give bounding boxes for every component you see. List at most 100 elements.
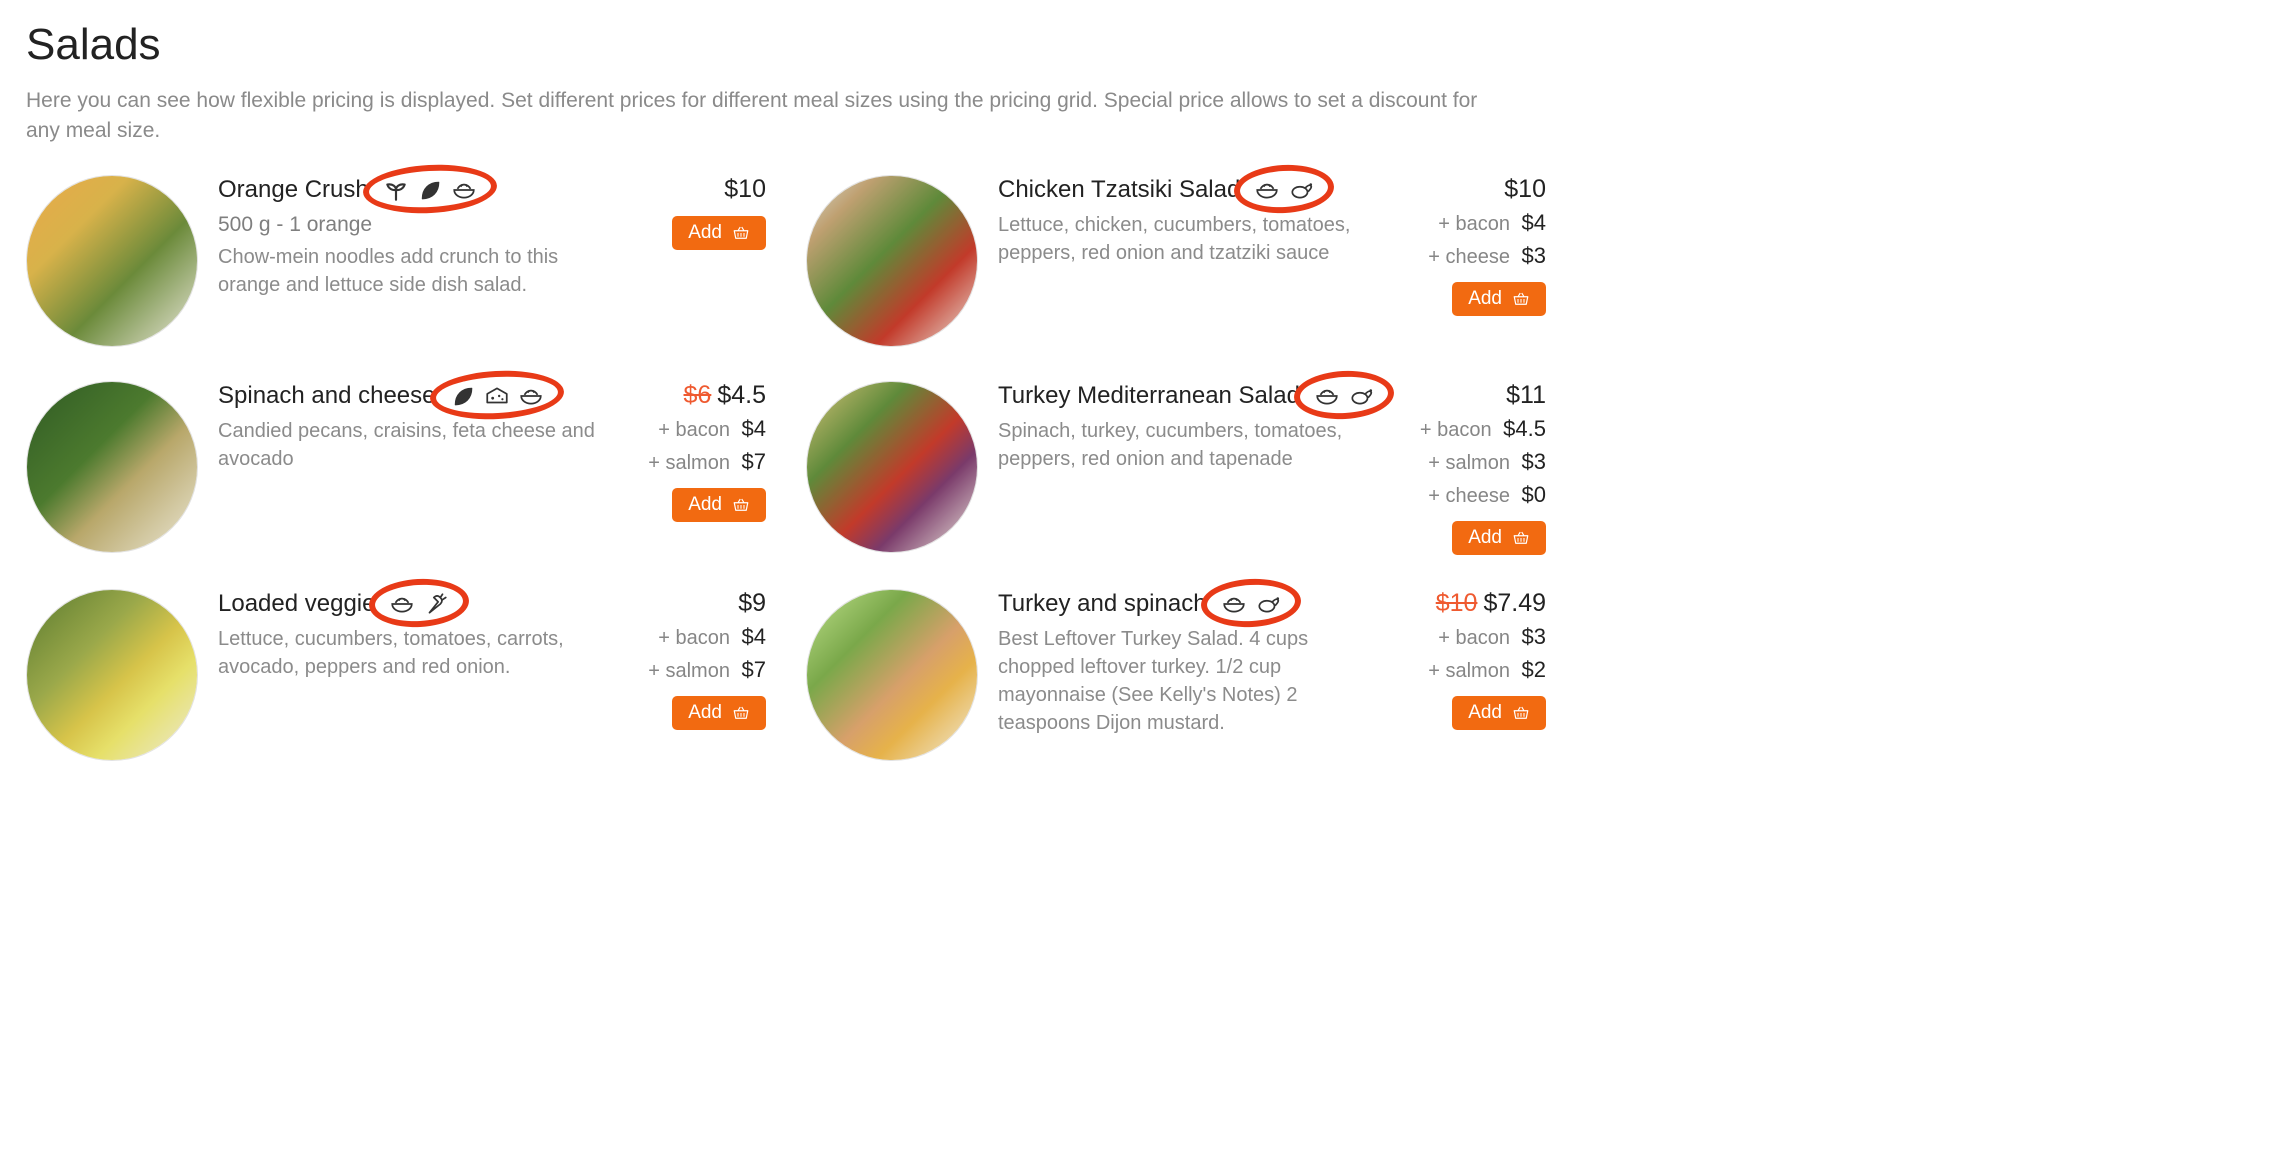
diet-tags [1308,381,1380,411]
add-button[interactable]: Add [1452,282,1546,316]
addon-label: + bacon [1438,213,1510,235]
addon-label: + bacon [1438,627,1510,649]
poultry-icon [1255,591,1281,617]
highlight-ring [1233,162,1335,215]
addon-row: + salmon $2 [1406,653,1546,686]
bowl-icon [518,383,544,409]
addon-price: $7 [742,449,766,474]
addon-price: $3 [1522,449,1546,474]
price-value: $7.49 [1483,589,1546,617]
addon-row: + cheese $0 [1406,478,1546,511]
item-title[interactable]: Orange Crush [218,176,369,204]
price-value: $10 [724,175,766,203]
add-button[interactable]: Add [672,216,766,250]
addon-row: + bacon $4 [626,620,766,653]
price-main: $10$7.49 [1406,589,1546,618]
price-column: $10$7.49 + bacon $3 + salmon $2 Add [1406,589,1546,730]
basket-icon [730,704,752,722]
diet-tags [1248,175,1320,205]
add-button[interactable]: Add [1452,521,1546,555]
cheese-icon [484,383,510,409]
menu-item-orange-crush: Orange Crush 500 g - 1 orange Chow-mein … [26,175,766,347]
basket-icon [730,496,752,514]
addon-row: + cheese $3 [1406,239,1546,272]
addon-price: $4 [742,624,766,649]
item-description: Lettuce, chicken, cucumbers, tomatoes, p… [998,211,1386,267]
price-column: $6$4.5 + bacon $4 + salmon $7 Add [626,381,766,522]
item-title[interactable]: Spinach and cheese [218,382,436,410]
item-title[interactable]: Turkey Mediterranean Salad [998,382,1300,410]
price-value: $11 [1506,381,1546,409]
add-button-label: Add [1468,702,1502,724]
item-photo[interactable] [26,175,198,347]
addon-label: + salmon [648,660,730,682]
addon-label: + salmon [648,452,730,474]
addon-row: + bacon $4 [1406,206,1546,239]
menu-item-loaded-veggie: Loaded veggie Lettuce, cucumbers, tomato… [26,589,766,761]
item-photo-swatch [807,176,977,346]
addon-price: $3 [1522,624,1546,649]
price-column: $10 + bacon $4 + cheese $3 Add [1406,175,1546,316]
price-column: $9 + bacon $4 + salmon $7 Add [626,589,766,730]
carrot-icon [423,591,449,617]
price-main: $6$4.5 [626,381,766,410]
addon-price: $4 [742,416,766,441]
bowl-icon [1314,383,1340,409]
item-title[interactable]: Loaded veggie [218,590,375,618]
poultry-icon [1288,177,1314,203]
menu-item-turkey-spinach: Turkey and spinach Best Leftover Turkey … [806,589,1546,761]
item-photo-swatch [807,382,977,552]
highlight-ring [1199,576,1301,629]
basket-icon [1510,704,1532,722]
section-description: Here you can see how flexible pricing is… [26,86,1506,147]
diet-tags [383,589,455,619]
basket-icon [730,224,752,242]
price-value: $10 [1504,175,1546,203]
item-description: Chow-mein noodles add crunch to this ora… [218,243,606,299]
add-button[interactable]: Add [672,696,766,730]
add-button-label: Add [688,222,722,244]
addon-row: + bacon $4.5 [1406,412,1546,445]
price-column: $11 + bacon $4.5 + salmon $3 + cheese $0… [1406,381,1546,555]
addon-label: + cheese [1428,246,1510,268]
addon-label: + bacon [658,419,730,441]
item-photo-swatch [27,176,197,346]
old-price: $6 [684,381,712,409]
item-photo[interactable] [806,589,978,761]
item-photo-swatch [27,382,197,552]
item-title[interactable]: Chicken Tzatsiki Salad [998,176,1240,204]
item-description: Spinach, turkey, cucumbers, tomatoes, pe… [998,417,1386,473]
basket-icon [1510,529,1532,547]
item-photo-swatch [807,590,977,760]
addon-row: + salmon $7 [626,445,766,478]
add-button-label: Add [688,494,722,516]
item-photo[interactable] [26,589,198,761]
item-photo[interactable] [26,381,198,553]
sprout-icon [383,177,409,203]
add-button-label: Add [688,702,722,724]
addon-price: $7 [742,657,766,682]
addon-label: + bacon [1420,419,1492,441]
addon-label: + cheese [1428,485,1510,507]
addon-row: + salmon $7 [626,653,766,686]
diet-tags [377,175,483,205]
item-note: 500 g - 1 orange [218,213,372,237]
item-photo-swatch [27,590,197,760]
price-value: $4.5 [717,381,766,409]
highlight-ring [368,576,470,629]
add-button[interactable]: Add [672,488,766,522]
add-button[interactable]: Add [1452,696,1546,730]
bowl-icon [389,591,415,617]
addon-label: + bacon [658,627,730,649]
highlight-ring [1293,368,1395,421]
item-photo[interactable] [806,175,978,347]
addon-row: + bacon $4 [626,412,766,445]
add-button-label: Add [1468,288,1502,310]
basket-icon [1510,290,1532,308]
price-main: $9 [626,589,766,618]
item-title[interactable]: Turkey and spinach [998,590,1207,618]
item-photo[interactable] [806,381,978,553]
leaf-icon [450,383,476,409]
addon-price: $3 [1522,243,1546,268]
section-title: Salads [26,20,2256,70]
